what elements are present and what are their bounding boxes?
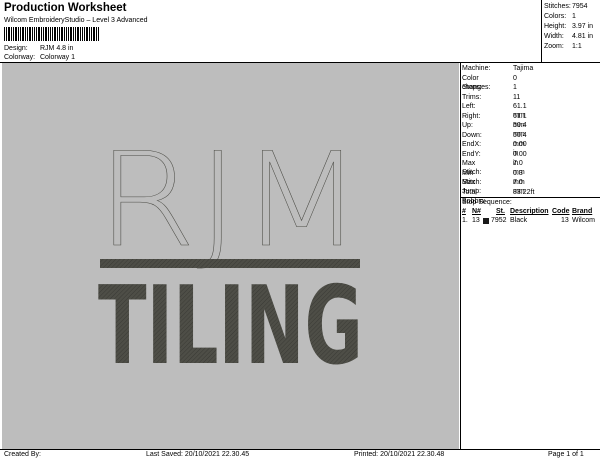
stop-sequence-title: Stop Sequence: xyxy=(462,199,512,206)
page-number: Page 1 of 1 xyxy=(548,451,584,458)
created-by: Created By: xyxy=(4,451,41,458)
col-brand: Brand xyxy=(572,208,593,215)
col-description: Description xyxy=(510,208,549,215)
panel-divider xyxy=(460,62,461,450)
color-swatch xyxy=(483,218,489,224)
col-code: Code xyxy=(552,208,570,215)
summary-divider xyxy=(541,0,542,62)
design-preview: RJM TILING xyxy=(2,63,459,449)
colorway-value: Colorway 1 xyxy=(40,54,76,61)
embroidery-design: RJM TILING xyxy=(96,124,365,389)
col-num: # xyxy=(462,208,466,215)
barcode-image xyxy=(4,27,99,41)
design-value: RJM 4.8 in xyxy=(40,45,74,52)
design-text-tiling: TILING xyxy=(98,264,363,389)
col-needle: N# xyxy=(472,208,481,215)
col-stitches: St. xyxy=(496,208,505,215)
printed-date: Printed: 20/10/2021 22.30.48 xyxy=(354,451,445,458)
worksheet-title: Production Worksheet xyxy=(4,2,127,14)
design-text-rjm: RJM xyxy=(96,124,364,276)
last-saved: Last Saved: 20/10/2021 22.30.45 xyxy=(146,451,250,458)
software-subtitle: Wilcom EmbroideryStudio – Level 3 Advanc… xyxy=(4,17,148,24)
colorway-label: Colorway: xyxy=(4,54,36,61)
footer-divider xyxy=(0,449,600,450)
design-label: Design: xyxy=(4,45,28,52)
